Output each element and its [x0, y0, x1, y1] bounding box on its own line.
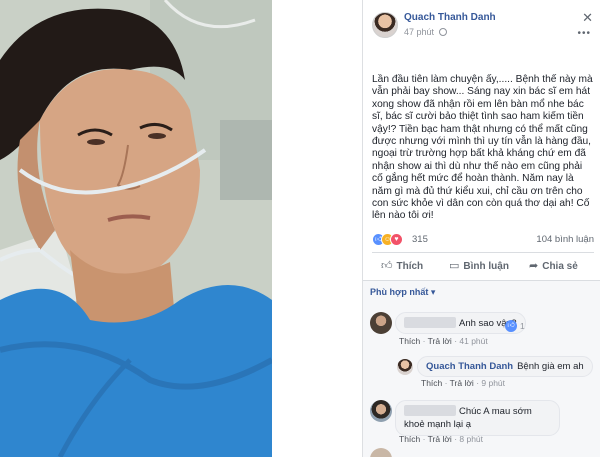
selfie-illustration	[0, 0, 272, 457]
comments-list: Anh sao vậy? 👍︎ 1 Thích · Trả lời · 41 p…	[363, 302, 600, 457]
blurred-commenter-name[interactable]	[404, 317, 456, 328]
reaction-count[interactable]: 315	[412, 234, 428, 245]
author-name[interactable]: Quach Thanh Danh	[404, 12, 496, 23]
speech-bubble-icon: ▭	[449, 260, 460, 272]
blurred-commenter-name[interactable]	[404, 405, 456, 416]
reply-avatar[interactable]	[397, 359, 413, 375]
comment-button[interactable]: ▭ Bình luận	[449, 259, 509, 272]
share-button[interactable]: ➦ Chia sẻ	[529, 259, 578, 272]
share-label: Chia sẻ	[542, 261, 578, 272]
divider	[372, 252, 594, 253]
thumb-up-icon: 👍︎	[381, 260, 393, 272]
author-avatar[interactable]	[372, 12, 398, 38]
reply-text: Bệnh già em ah	[517, 361, 584, 372]
comment-reply-link[interactable]: Trả lời	[428, 434, 452, 444]
post-time[interactable]: 47 phút	[404, 27, 447, 37]
globe-icon	[438, 28, 447, 36]
facebook-photo-viewer: Quach Thanh Danh 47 phút ✕ ••• Lần đầu t…	[0, 0, 600, 457]
reply-time[interactable]: 9 phút	[481, 378, 505, 388]
comment-label: Bình luận	[463, 261, 509, 272]
reply-author-name[interactable]: Quach Thanh Danh	[426, 361, 513, 372]
commenter-avatar[interactable]	[370, 400, 392, 422]
comment-like-link[interactable]: Thích	[399, 336, 420, 346]
share-arrow-icon: ➦	[529, 260, 539, 272]
comment-reply-link[interactable]: Trả lời	[428, 336, 452, 346]
reaction-icons[interactable]: 👍︎ ☺︎ ♥︎	[372, 233, 412, 246]
post-photo[interactable]	[0, 0, 272, 457]
like-label: Thích	[396, 261, 424, 272]
post-body-text: Lần đầu tiên làm chuyện ấy,..... Bệnh th…	[372, 74, 596, 222]
comment-like-icon: 👍︎	[505, 320, 517, 332]
close-icon[interactable]: ✕	[582, 10, 593, 26]
post-time-text[interactable]: 47 phút	[404, 27, 434, 37]
comment-time[interactable]: 8 phút	[459, 434, 483, 444]
comment-sort-bar: Phù hợp nhất ▾	[363, 280, 600, 302]
comment-like-link[interactable]: Thích	[399, 434, 420, 444]
comment-meta: Thích · Trả lời · 41 phút	[399, 336, 488, 346]
comment-time[interactable]: 41 phút	[459, 336, 487, 346]
comment-meta: Thích · Trả lời · 8 phút	[399, 434, 484, 444]
love-reaction-icon: ♥︎	[390, 233, 403, 246]
like-button[interactable]: 👍︎ Thích	[381, 259, 423, 272]
comment-count[interactable]: 104 bình luận	[536, 234, 594, 245]
reply-bubble: Quach Thanh Danh Bệnh già em ah	[417, 356, 593, 377]
reply-like-link[interactable]: Thích	[421, 378, 442, 388]
comment-sort-dropdown[interactable]: Phù hợp nhất ▾	[370, 287, 435, 298]
more-options-icon[interactable]: •••	[577, 28, 591, 39]
commenter-avatar[interactable]	[370, 312, 392, 334]
action-bar: 👍︎ Thích ▭ Bình luận ➦ Chia sẻ	[363, 256, 600, 278]
reactions-summary[interactable]: 👍︎ ☺︎ ♥︎ 315 104 bình luận	[372, 232, 594, 248]
post-panel: Quach Thanh Danh 47 phút ✕ ••• Lần đầu t…	[362, 0, 600, 457]
reply-reply-link[interactable]: Trả lời	[450, 378, 474, 388]
comment-like-count[interactable]: 1	[520, 321, 525, 331]
next-commenter-avatar[interactable]	[370, 448, 392, 457]
reply-meta: Thích · Trả lời · 9 phút	[421, 378, 506, 388]
comment-bubble: Chúc A mau sớm khoẻ mạnh lại ạ	[395, 400, 560, 436]
post-header: Quach Thanh Danh 47 phút ✕ •••	[363, 8, 600, 44]
